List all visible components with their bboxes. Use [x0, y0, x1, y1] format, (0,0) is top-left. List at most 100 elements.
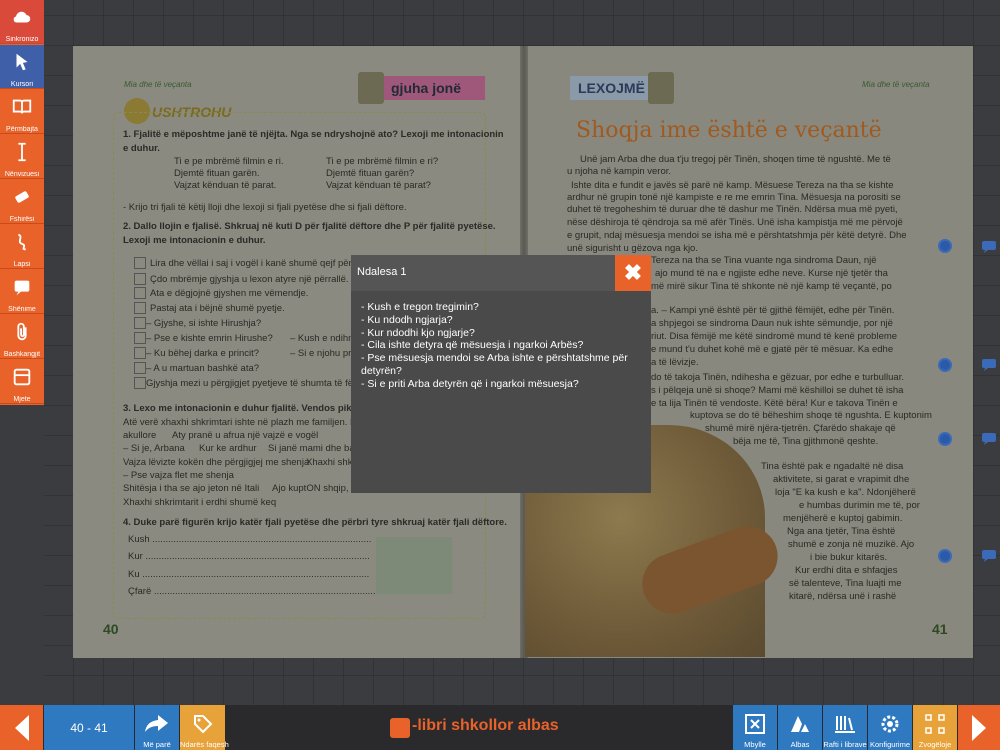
sidebar-item-attach[interactable]: Bashkangjit [0, 315, 44, 359]
paperclip-icon [17, 322, 27, 341]
close-button[interactable]: ✖ [615, 255, 651, 291]
close-book-button[interactable]: Mbylle [733, 705, 777, 750]
ex3-line: Xhaxhi shkrimtarit i erdhi shumë keq [123, 497, 277, 508]
story-title: Shoqja ime është e veçantë [576, 118, 882, 143]
stop-marker-icon[interactable] [938, 549, 952, 563]
story-line: Tina është pak e ngadaltë në disa [761, 461, 904, 472]
ex2-line: Ata e dëgjojnë gjyshen me vëmendje. [150, 288, 309, 299]
back-button[interactable]: Më parë [135, 705, 179, 750]
sidebar-item-highlighter[interactable]: Nënvizuesi [0, 135, 44, 179]
answer-box[interactable] [134, 302, 146, 314]
ex2-line: Lira dhe vëllai i saj i vogël i kanë shu… [150, 258, 373, 269]
sidebar-item-content[interactable]: Përmbajta [0, 90, 44, 134]
ex3-line: Shitësja i tha se ajo jeton në Itali [123, 483, 260, 494]
right-mini-header: Mia dhe të veçanta [862, 80, 930, 89]
settings-button[interactable]: Konfigurime [868, 705, 912, 750]
eraser-icon [15, 191, 29, 203]
stop-marker-icon[interactable] [938, 239, 952, 253]
prev-page-button[interactable] [0, 705, 43, 750]
page-range[interactable]: 40 - 41 [44, 705, 134, 750]
arrow-left-icon [14, 714, 29, 741]
story-line: e grupit, ndaj mësuesja mendoi se isha m… [567, 230, 907, 241]
story-line: kitarë, ndërsa unë i rashë [789, 591, 897, 602]
story-line: i bie bukur kitarës. [810, 552, 888, 563]
sidebar-item-notes[interactable]: Shënime [0, 270, 44, 314]
modal-header: Ndalesa 1 ✖ [351, 255, 651, 291]
books-icon [648, 72, 674, 104]
story-line: e mund t'u duhet kohë më e gjatë për të … [651, 344, 894, 355]
modal-body: - Kush e tregon tregimin? - Ku ndodh ngj… [361, 301, 645, 391]
sleeping-child-illustration [376, 537, 452, 594]
story-line: Tereza na tha se Tina vuante nga sindrom… [651, 255, 877, 266]
sidebar-item-label: Përmbajta [6, 126, 38, 133]
ex1-prompt-cont: e duhur. [123, 143, 160, 154]
question-item: - Si e priti Arba detyrën që i ngarkoi m… [361, 377, 579, 390]
sidebar-item-label: Mjete [13, 396, 31, 403]
comment-icon[interactable] [981, 432, 997, 446]
sidebar-item-pencil[interactable]: Lapsi [0, 225, 44, 269]
answer-box[interactable] [134, 257, 146, 269]
stop-marker-icon[interactable] [938, 358, 952, 372]
modal-title: Ndalesa 1 [357, 266, 407, 278]
albas-button[interactable]: Albas [778, 705, 822, 750]
ex2-prompt: 2. Dallo llojin e fjalisë. Shkruaj në ku… [123, 221, 496, 232]
story-line: do të takoja Tinën, ndihesha e gëzuar, p… [651, 372, 904, 383]
answer-box[interactable] [134, 273, 146, 285]
zoom-out-label: Zvogëloje [918, 740, 952, 749]
ex2-prompt-cont: Lexoji me intonacionin e duhur. [123, 235, 266, 246]
next-page-button[interactable] [958, 705, 1000, 750]
story-line: menjëherë e kuptoj gabimin. [783, 513, 903, 524]
close-square-icon [745, 713, 765, 734]
answer-box[interactable] [134, 317, 146, 329]
story-line: e humbas durimin me të, por [799, 500, 920, 511]
library-label: Rafti i librave [823, 740, 867, 749]
cloud-icon [13, 11, 31, 23]
story-line: Unë jam Arba dhe dua t'ju tregoj për Tin… [580, 154, 891, 165]
albas-icon [791, 715, 809, 732]
library-button[interactable]: Rafti i librave [823, 705, 867, 750]
sidebar-item-eraser[interactable]: Fshirësi [0, 180, 44, 224]
ex3-line: Ajo kuptON shqip, p [272, 483, 357, 494]
bookmark-button[interactable]: Ndarës faqesh [180, 705, 229, 750]
comment-icon[interactable] [981, 240, 997, 254]
comment-icon[interactable] [981, 358, 997, 372]
story-line: Ishte dita e fundit e javës së parë në k… [571, 180, 894, 191]
answer-box[interactable] [134, 377, 146, 389]
story-line: aktivitete, si garat e vrapimit dhe [773, 474, 910, 485]
answer-box[interactable] [134, 332, 146, 344]
sidebar-item-label: Lapsi [13, 261, 31, 268]
answer-box[interactable] [134, 362, 146, 374]
sidebar-item-tools[interactable]: Mjete [0, 360, 44, 404]
stop-marker-icon[interactable] [938, 432, 952, 446]
gear-icon [881, 715, 899, 732]
ex4-line: Kush ...................................… [128, 534, 372, 545]
sidebar-item-sync[interactable]: Sinkronizo [0, 0, 44, 44]
question-item: - Kush e tregon tregimin? [361, 301, 479, 313]
ex4-prompt: 4. Duke parë figurën krijo katër fjali p… [123, 517, 507, 528]
story-line: e ta lija Tinën të vendoste. Këtë bëra! … [651, 398, 898, 409]
pencil-icon [17, 233, 26, 251]
sidebar-item-cursor[interactable]: Kursori [0, 45, 44, 89]
ex2-line: – Ku bëhej darka e princit? [146, 348, 260, 359]
sidebar-item-label: Nënvizuesi [4, 171, 40, 178]
answer-box[interactable] [134, 347, 146, 359]
brand-title: -libri shkollor albas [412, 717, 559, 734]
story-line: shumë mirë njëra-tjetrën. Çfarëdo shakaj… [705, 423, 896, 434]
ex4-line: Çfarë ..................................… [128, 586, 376, 597]
ex3-line: Atë verë xhaxhi shkrimtari ishte në plaz… [123, 417, 360, 428]
zoom-out-button[interactable]: Zvogëloje [913, 705, 957, 750]
tag-icon [193, 714, 212, 733]
question-item: - Cila ishte detyra që mësuesja i ngarko… [361, 339, 584, 352]
ex1-sentence: Vajzat kënduan të parat? [326, 180, 431, 191]
shrink-icon [925, 713, 945, 734]
ex1-sentence: Ti e pe mbrëmë filmin e ri. [174, 156, 284, 167]
answer-box[interactable] [134, 287, 146, 299]
story-line: unë sigurisht u gëzova nga kjo. [567, 243, 698, 254]
story-line: riut. Disa fëmijë me këtë sindromë mund … [651, 331, 898, 342]
question-item: - Pse mësuesja mendoi se Arba ishte e pë… [361, 352, 628, 377]
story-line: Nga ana tjetër, Tina është [787, 526, 896, 537]
comment-icon[interactable] [981, 549, 997, 563]
story-line: bëja me të, Tina gjithmonë qeshte. [733, 436, 879, 447]
albas-logo-icon [390, 718, 410, 738]
text-cursor-icon [18, 142, 26, 162]
